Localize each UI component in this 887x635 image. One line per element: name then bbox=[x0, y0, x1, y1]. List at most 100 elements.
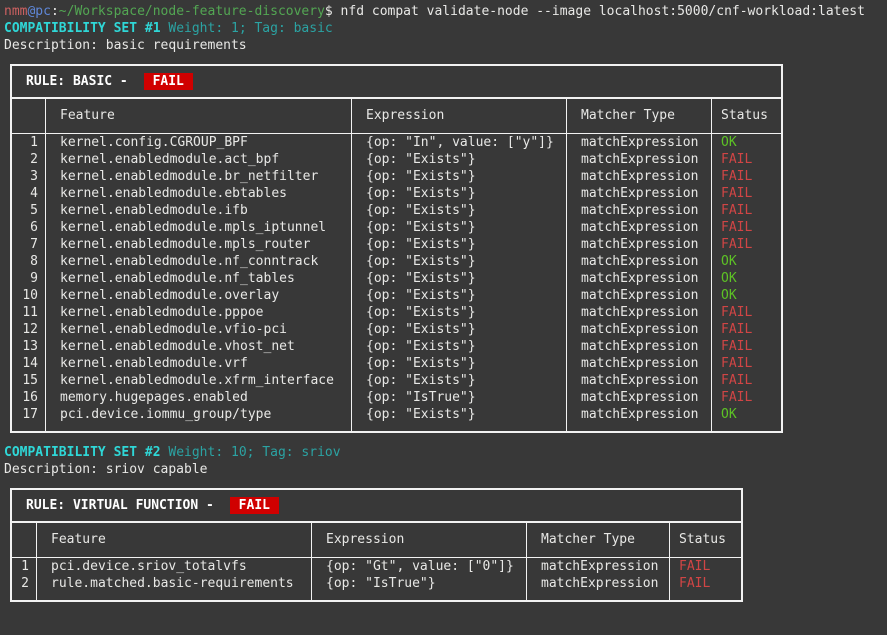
cell-num: 4 bbox=[12, 185, 46, 202]
header-cell-num bbox=[12, 99, 46, 133]
cell-feature: kernel.enabledmodule.ebtables bbox=[46, 185, 352, 202]
status-cell: FAIL bbox=[712, 338, 781, 355]
table-row: 4 kernel.enabledmodule.ebtables {op: "Ex… bbox=[12, 185, 781, 202]
cell-num: 14 bbox=[12, 355, 46, 372]
cell-feature: kernel.enabledmodule.xfrm_interface bbox=[46, 372, 352, 389]
status-cell: FAIL bbox=[712, 151, 781, 168]
status-cell: FAIL bbox=[712, 219, 781, 236]
cell-expression: {op: "Exists"} bbox=[352, 270, 567, 287]
cell-matcher: matchExpression bbox=[527, 575, 670, 600]
cell-expression: {op: "Exists"} bbox=[352, 406, 567, 431]
cell-feature: kernel.enabledmodule.vrf bbox=[46, 355, 352, 372]
set1-description: Description: basic requirements bbox=[4, 37, 887, 54]
cell-matcher: matchExpression bbox=[567, 134, 712, 151]
cell-expression: {op: "Exists"} bbox=[352, 338, 567, 355]
status-cell: FAIL bbox=[712, 321, 781, 338]
status-cell: FAIL bbox=[712, 389, 781, 406]
cell-num: 1 bbox=[12, 558, 37, 575]
cell-matcher: matchExpression bbox=[567, 372, 712, 389]
cell-expression: {op: "Exists"} bbox=[352, 236, 567, 253]
table-row: 1 pci.device.sriov_totalvfs {op: "Gt", v… bbox=[12, 558, 741, 575]
cell-num: 10 bbox=[12, 287, 46, 304]
status-cell: FAIL bbox=[712, 236, 781, 253]
prompt-user: nmm bbox=[4, 4, 27, 19]
command-text: nfd compat validate-node --image localho… bbox=[333, 4, 865, 19]
table-body: 1 pci.device.sriov_totalvfs {op: "Gt", v… bbox=[12, 558, 741, 600]
cell-feature: kernel.enabledmodule.vhost_net bbox=[46, 338, 352, 355]
cell-matcher: matchExpression bbox=[567, 355, 712, 372]
table-row: 9 kernel.enabledmodule.nf_tables {op: "E… bbox=[12, 270, 781, 287]
cell-num: 8 bbox=[12, 253, 46, 270]
prompt-path: ~/Workspace/node-feature-discovery bbox=[59, 4, 325, 19]
rule-header-virtual-function: RULE: VIRTUAL FUNCTION - FAIL bbox=[12, 490, 741, 523]
prompt-colon: : bbox=[51, 4, 59, 19]
cell-matcher: matchExpression bbox=[567, 321, 712, 338]
status-cell: FAIL bbox=[670, 575, 741, 600]
status-cell: OK bbox=[712, 270, 781, 287]
set1-title: COMPATIBILITY SET #1 bbox=[4, 21, 161, 36]
rule-table-virtual-function: RULE: VIRTUAL FUNCTION - FAIL Feature Ex… bbox=[10, 488, 743, 602]
cell-expression: {op: "IsTrue"} bbox=[312, 575, 527, 600]
cell-matcher: matchExpression bbox=[527, 558, 670, 575]
table-body: 1 kernel.config.CGROUP_BPF {op: "In", va… bbox=[12, 134, 781, 431]
rule-status-badge: FAIL bbox=[144, 73, 193, 90]
cell-expression: {op: "Exists"} bbox=[352, 304, 567, 321]
cell-matcher: matchExpression bbox=[567, 253, 712, 270]
cell-num: 6 bbox=[12, 219, 46, 236]
cell-expression: {op: "Exists"} bbox=[352, 253, 567, 270]
header-cell-expression: Expression bbox=[352, 99, 567, 133]
status-cell: FAIL bbox=[712, 304, 781, 321]
cell-num: 11 bbox=[12, 304, 46, 321]
cell-matcher: matchExpression bbox=[567, 287, 712, 304]
cell-expression: {op: "Exists"} bbox=[352, 202, 567, 219]
header-cell-num bbox=[12, 523, 37, 557]
rule-label: RULE: BASIC - bbox=[26, 74, 136, 89]
cell-expression: {op: "Exists"} bbox=[352, 355, 567, 372]
set1-meta: Weight: 1; Tag: basic bbox=[168, 21, 332, 36]
cell-expression: {op: "Exists"} bbox=[352, 185, 567, 202]
header-cell-status: Status bbox=[712, 99, 781, 133]
cell-expression: {op: "Exists"} bbox=[352, 219, 567, 236]
table-row: 7 kernel.enabledmodule.mpls_router {op: … bbox=[12, 236, 781, 253]
table-row: 16 memory.hugepages.enabled {op: "IsTrue… bbox=[12, 389, 781, 406]
table-row: 8 kernel.enabledmodule.nf_conntrack {op:… bbox=[12, 253, 781, 270]
cell-num: 3 bbox=[12, 168, 46, 185]
cell-expression: {op: "Exists"} bbox=[352, 287, 567, 304]
cell-feature: memory.hugepages.enabled bbox=[46, 389, 352, 406]
rule-status-badge: FAIL bbox=[230, 497, 279, 514]
cell-matcher: matchExpression bbox=[567, 185, 712, 202]
cell-expression: {op: "Exists"} bbox=[352, 321, 567, 338]
cell-feature: kernel.enabledmodule.overlay bbox=[46, 287, 352, 304]
cell-expression: {op: "IsTrue"} bbox=[352, 389, 567, 406]
cell-expression: {op: "In", value: ["y"]} bbox=[352, 134, 567, 151]
table-row: 11 kernel.enabledmodule.pppoe {op: "Exis… bbox=[12, 304, 781, 321]
cell-num: 12 bbox=[12, 321, 46, 338]
cell-expression: {op: "Exists"} bbox=[352, 372, 567, 389]
table-row: 2 kernel.enabledmodule.act_bpf {op: "Exi… bbox=[12, 151, 781, 168]
cell-matcher: matchExpression bbox=[567, 338, 712, 355]
cell-num: 15 bbox=[12, 372, 46, 389]
cell-expression: {op: "Gt", value: ["0"]} bbox=[312, 558, 527, 575]
terminal-screen[interactable]: nmm@pc:~/Workspace/node-feature-discover… bbox=[0, 0, 887, 635]
cell-expression: {op: "Exists"} bbox=[352, 151, 567, 168]
cell-matcher: matchExpression bbox=[567, 202, 712, 219]
table-row: 17 pci.device.iommu_group/type {op: "Exi… bbox=[12, 406, 781, 431]
cell-feature: kernel.enabledmodule.nf_tables bbox=[46, 270, 352, 287]
cell-feature: pci.device.sriov_totalvfs bbox=[37, 558, 312, 575]
cell-feature: kernel.enabledmodule.mpls_iptunnel bbox=[46, 219, 352, 236]
cell-feature: kernel.enabledmodule.nf_conntrack bbox=[46, 253, 352, 270]
status-cell: OK bbox=[712, 134, 781, 151]
status-cell: FAIL bbox=[712, 202, 781, 219]
cell-num: 5 bbox=[12, 202, 46, 219]
cell-num: 2 bbox=[12, 151, 46, 168]
cell-feature: kernel.enabledmodule.pppoe bbox=[46, 304, 352, 321]
status-cell: FAIL bbox=[670, 558, 741, 575]
table-row: 10 kernel.enabledmodule.overlay {op: "Ex… bbox=[12, 287, 781, 304]
set2-title: COMPATIBILITY SET #2 bbox=[4, 445, 161, 460]
rule-header-basic: RULE: BASIC - FAIL bbox=[12, 66, 781, 99]
cell-num: 9 bbox=[12, 270, 46, 287]
header-cell-feature: Feature bbox=[46, 99, 352, 133]
set2-description: Description: sriov capable bbox=[4, 461, 887, 478]
table-row: 2 rule.matched.basic-requirements {op: "… bbox=[12, 575, 741, 600]
cell-matcher: matchExpression bbox=[567, 406, 712, 431]
